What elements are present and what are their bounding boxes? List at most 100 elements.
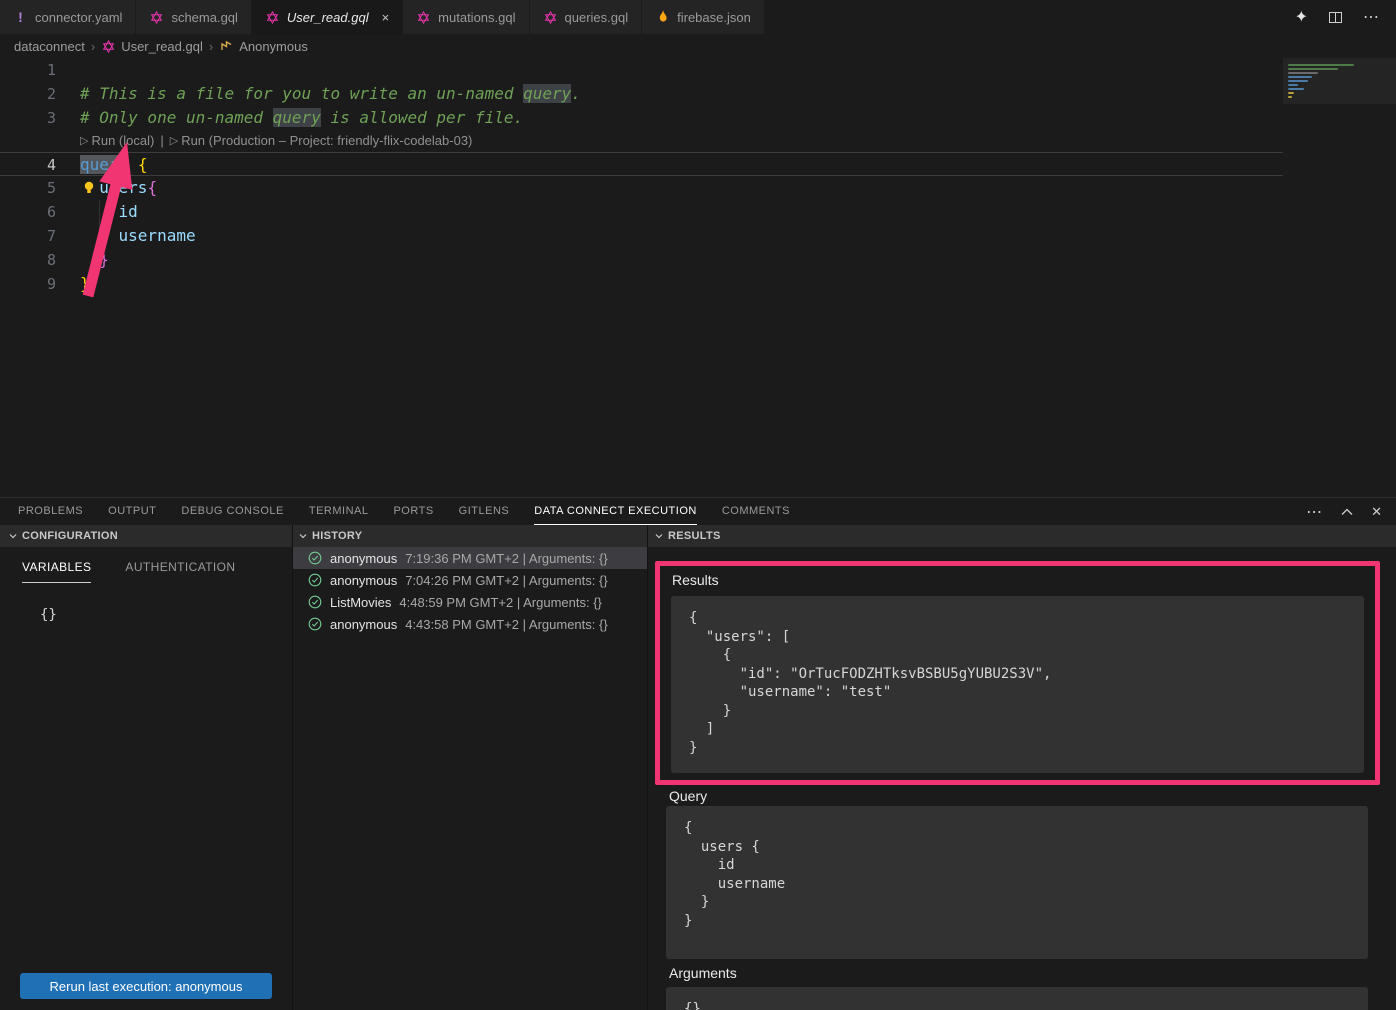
line-number: 8 (0, 248, 56, 272)
panel-tab-problems[interactable]: PROBLEMS (18, 498, 83, 525)
breadcrumb-separator: › (209, 39, 213, 54)
graphql-icon (416, 10, 431, 25)
minimap-line (1288, 80, 1308, 82)
graphql-icon (101, 39, 116, 54)
line-number: 1 (0, 58, 56, 82)
maximize-panel-icon[interactable] (1341, 508, 1353, 516)
sparkle-icon[interactable]: ✦ (1295, 7, 1308, 27)
run-production-link[interactable]: ▷Run (Production – Project: friendly-fli… (170, 130, 473, 152)
panel-tab-output[interactable]: OUTPUT (108, 498, 156, 525)
panel-tab-comments[interactable]: COMMENTS (722, 498, 790, 525)
panel-body: VARIABLES AUTHENTICATION {} Rerun last ex… (0, 547, 1396, 1010)
minimap-line (1288, 72, 1318, 74)
history-entry[interactable]: ListMovies4:48:59 PM GMT+2 | Arguments: … (292, 591, 647, 613)
breadcrumb-label: Anonymous (239, 39, 308, 54)
rerun-last-execution-button[interactable]: Rerun last execution: anonymous (20, 973, 272, 999)
chevron-down-icon (8, 531, 18, 541)
code-line-6[interactable]: 6 id (0, 200, 1283, 224)
tab-User_read.gql[interactable]: User_read.gql× (252, 0, 403, 34)
panel-section-headers: CONFIGURATION HISTORY RESULTS (0, 525, 1396, 547)
tab-label: connector.yaml (35, 10, 122, 25)
configuration-section-header[interactable]: CONFIGURATION (8, 525, 118, 547)
history-entry-meta: 7:19:36 PM GMT+2 | Arguments: {} (405, 551, 607, 566)
history-section-header[interactable]: HISTORY (298, 525, 362, 547)
arguments-label: Arguments (669, 965, 737, 981)
minimap-line (1288, 76, 1312, 78)
editor-tab-bar: !connector.yaml schema.gql User_read.gql× m… (0, 0, 1396, 34)
run-icon: ▷ (80, 130, 88, 152)
history-entry-meta: 4:43:58 PM GMT+2 | Arguments: {} (405, 617, 607, 632)
breadcrumb-label: User_read.gql (121, 39, 203, 54)
history-entry[interactable]: anonymous 7:04:26 PM GMT+2 | Arguments: {… (292, 569, 647, 591)
tab-schema.gql[interactable]: schema.gql (136, 0, 251, 34)
code-line-3[interactable]: 3# Only one un-named query is allowed pe… (0, 106, 1283, 130)
line-content (56, 58, 80, 82)
editor-actions: ✦ ⋯ (1295, 0, 1396, 34)
tab-label: mutations.gql (438, 10, 515, 25)
split-editor-icon[interactable] (1328, 10, 1343, 25)
check-circle-icon (307, 551, 322, 566)
minimap[interactable] (1283, 58, 1396, 497)
codelens-row: ▷Run (local) | ▷Run (Production – Project:… (0, 130, 1283, 152)
code-line-8[interactable]: 8 } (0, 248, 1283, 272)
line-number: 3 (0, 106, 56, 130)
minimap-line (1288, 92, 1294, 94)
line-content: id (56, 200, 138, 224)
code-line-2[interactable]: 2# This is a file for you to write an un… (0, 82, 1283, 106)
code-editor[interactable]: 12# This is a file for you to write an u… (0, 58, 1396, 497)
minimap-line (1288, 68, 1338, 70)
history-entry-name: anonymous (330, 573, 397, 588)
tab-label: schema.gql (171, 10, 237, 25)
firebase-icon (655, 10, 670, 25)
close-panel-icon[interactable]: ✕ (1371, 504, 1382, 520)
history-entry[interactable]: anonymous7:19:36 PM GMT+2 | Arguments: {… (292, 547, 647, 569)
history-entry[interactable]: anonymous4:43:58 PM GMT+2 | Arguments: {… (292, 613, 647, 635)
more-actions-icon[interactable]: ⋯ (1306, 502, 1323, 522)
breadcrumb-item-User_read.gql[interactable]: User_read.gql (101, 39, 203, 54)
breadcrumb-item-dataconnect[interactable]: dataconnect (14, 39, 85, 54)
history-entry-meta: 7:04:26 PM GMT+2 | Arguments: {} (405, 573, 607, 588)
tab-queries.gql[interactable]: queries.gql (530, 0, 643, 34)
minimap-line (1288, 88, 1304, 90)
results-section-label: RESULTS (668, 530, 721, 542)
panel-tab-bar: PROBLEMS OUTPUT DEBUG CONSOLE TERMINAL PORTS… (0, 498, 1396, 525)
line-content: username (56, 224, 196, 248)
config-tab-authentication[interactable]: AUTHENTICATION (125, 560, 235, 583)
panel-tab-ports[interactable]: PORTS (393, 498, 433, 525)
run-local-link[interactable]: ▷Run (local) (80, 130, 154, 152)
history-entry-name: ListMovies (330, 595, 391, 610)
code-line-4[interactable]: 4query { (0, 152, 1283, 176)
lightbulb-icon[interactable] (81, 180, 96, 196)
graphql-icon (543, 10, 558, 25)
line-number: 9 (0, 272, 56, 296)
variables-value[interactable]: {} (40, 607, 292, 623)
code-line-5[interactable]: 5 users{ (0, 176, 1283, 200)
chevron-down-icon (298, 531, 308, 541)
tab-mutations.gql[interactable]: mutations.gql (403, 0, 529, 34)
configuration-section-label: CONFIGURATION (22, 530, 118, 542)
code-line-1[interactable]: 1 (0, 58, 1283, 82)
code-line-7[interactable]: 7 username (0, 224, 1283, 248)
panel-tab-debug-console[interactable]: DEBUG CONSOLE (181, 498, 283, 525)
breadcrumb-item-Anonymous[interactable]: Anonymous (219, 39, 308, 54)
codelens-divider: | (160, 130, 163, 152)
results-panel: Results { "users": [ { "id": "OrTucFODZH… (647, 547, 1396, 1010)
panel-actions: ⋯ ✕ (1306, 498, 1396, 525)
panel-tab-data-connect-execution[interactable]: DATA CONNECT EXECUTION (534, 498, 697, 525)
close-tab-icon[interactable]: × (382, 10, 390, 25)
panel-tab-terminal[interactable]: TERMINAL (309, 498, 369, 525)
check-circle-icon (307, 595, 322, 610)
results-section-header[interactable]: RESULTS (654, 525, 721, 547)
arguments-text-box: {} (666, 987, 1368, 1010)
tab-connector.yaml[interactable]: !connector.yaml (0, 0, 136, 34)
graphql-icon (265, 10, 280, 25)
tab-firebase.json[interactable]: firebase.json (642, 0, 765, 34)
code-line-9[interactable]: 9} (0, 272, 1283, 296)
check-circle-icon (307, 573, 322, 588)
more-actions-icon[interactable]: ⋯ (1363, 7, 1380, 27)
panel-tab-gitlens[interactable]: GITLENS (459, 498, 510, 525)
run-icon: ▷ (170, 130, 178, 152)
line-number: 4 (0, 153, 56, 175)
line-number: 5 (0, 176, 56, 200)
config-tab-variables[interactable]: VARIABLES (22, 560, 91, 583)
